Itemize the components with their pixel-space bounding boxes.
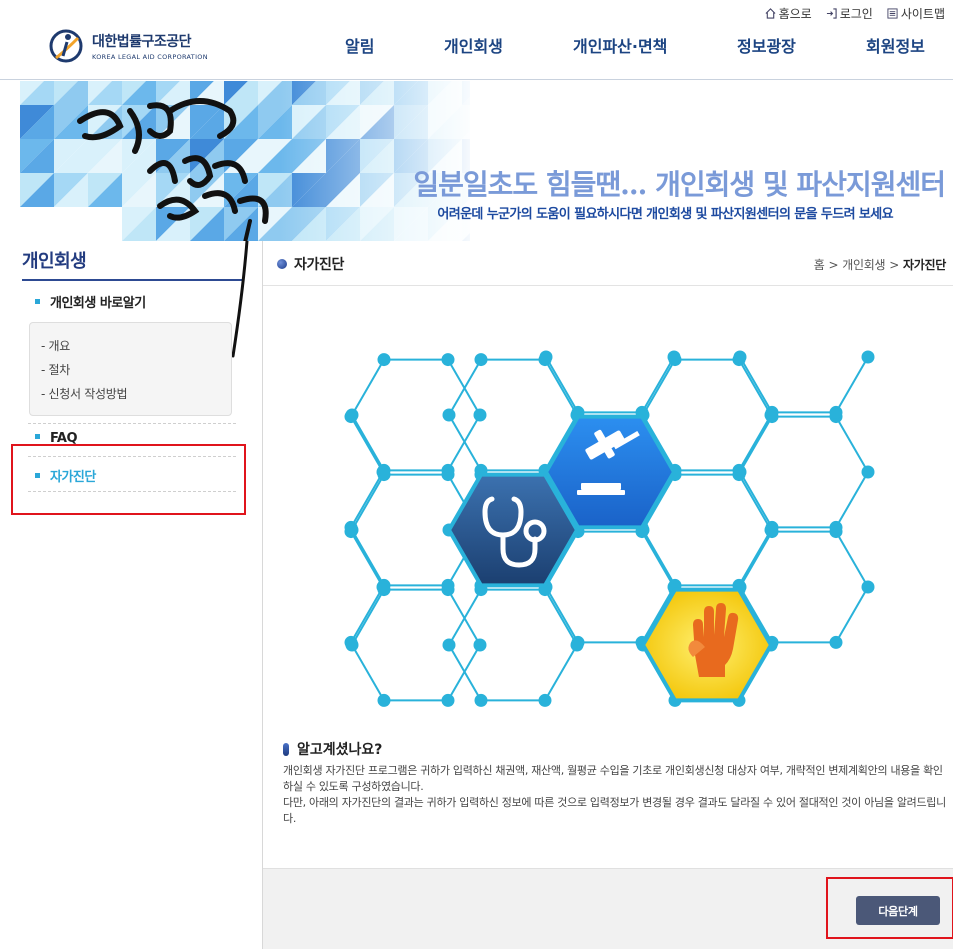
- main-nav: 알림 개인회생 개인파산·면책 정보광장 회원정보: [0, 33, 953, 57]
- info-section: 알고계셨나요? 개인회생 자가진단 프로그램은 귀하가 입력하신 채권액, 재산…: [283, 739, 948, 827]
- info-paragraph-1: 개인회생 자가진단 프로그램은 귀하가 입력하신 채권액, 재산액, 월평균 수…: [283, 764, 943, 793]
- bullet-icon: [35, 434, 40, 439]
- banner-title: 일분일초도 힘들땐... 개인회생 및 파산지원센터: [413, 168, 946, 201]
- home-icon: [765, 8, 776, 19]
- nav-notice[interactable]: 알림: [345, 33, 374, 57]
- divider: [28, 423, 236, 424]
- login-link[interactable]: 로그인: [826, 5, 873, 22]
- login-icon: [826, 8, 837, 19]
- nav-bankruptcy[interactable]: 개인파산·면책: [573, 33, 667, 57]
- chevron-right-icon: >: [828, 258, 839, 272]
- location-bar: 자가진단 홈 > 개인회생 > 자가진단: [263, 241, 953, 286]
- sidebar-title: 개인회생: [22, 247, 242, 281]
- site-header: 대한법률구조공단 KOREA LEGAL AID CORPORATION 홈으로…: [0, 0, 953, 80]
- info-bullet-icon: [283, 742, 289, 756]
- main-content: 자가진단 홈 > 개인회생 > 자가진단 알고계셨나요? 개인회생 자가진단 프…: [262, 241, 953, 949]
- nav-rehabilitation[interactable]: 개인회생: [444, 33, 503, 57]
- info-title-label: 알고계셨나요?: [297, 742, 383, 758]
- sidebar: 개인회생 개인회생 바로알기 - 개요 - 절차 - 신청서 작성방법 FAQ …: [0, 241, 262, 949]
- sitemap-link[interactable]: 사이트맵: [887, 5, 945, 22]
- home-link[interactable]: 홈으로: [765, 5, 812, 22]
- banner-subtitle: 어려운데 누군가의 도움이 필요하시다면 개인회생 및 파산지원센터의 문을 두…: [437, 207, 893, 222]
- page-title: 자가진단: [277, 254, 344, 274]
- submenu-application-guide[interactable]: - 신청서 작성방법: [41, 385, 128, 402]
- title-bullet-icon: [277, 259, 287, 269]
- highlight-box: [11, 444, 246, 515]
- submenu-procedure[interactable]: - 절차: [41, 361, 70, 378]
- page-title-label: 자가진단: [294, 257, 344, 273]
- sitemap-icon: [887, 8, 898, 19]
- highlight-box: [826, 877, 953, 939]
- login-link-label: 로그인: [839, 7, 873, 21]
- nav-member-info[interactable]: 회원정보: [866, 33, 925, 57]
- sidebar-item-rehab-guide[interactable]: 개인회생 바로알기: [35, 292, 146, 311]
- hexagon-diagram: [344, 350, 875, 707]
- sitemap-link-label: 사이트맵: [900, 7, 945, 21]
- utility-links: 홈으로 로그인 사이트맵: [765, 5, 945, 22]
- nav-info-plaza[interactable]: 정보광장: [737, 33, 796, 57]
- home-link-label: 홈으로: [778, 7, 812, 21]
- sidebar-submenu: - 개요 - 절차 - 신청서 작성방법: [29, 322, 232, 416]
- chevron-right-icon: >: [889, 258, 900, 272]
- info-paragraph-2: 다만, 아래의 자가진단의 결과는 귀하가 입력하신 정보에 따른 것으로 입력…: [283, 796, 946, 825]
- breadcrumb-current: 자가진단: [903, 258, 946, 272]
- breadcrumb: 홈 > 개인회생 > 자가진단: [814, 256, 947, 273]
- sidebar-item-label: 개인회생 바로알기: [50, 296, 146, 311]
- breadcrumb-home[interactable]: 홈: [814, 258, 825, 272]
- bullet-icon: [35, 299, 40, 304]
- hero-banner: 일분일초도 힘들땐... 개인회생 및 파산지원센터 어려운데 누군가의 도움이…: [0, 81, 953, 241]
- submenu-overview[interactable]: - 개요: [41, 337, 70, 354]
- breadcrumb-rehab[interactable]: 개인회생: [842, 258, 885, 272]
- info-title: 알고계셨나요?: [283, 739, 948, 759]
